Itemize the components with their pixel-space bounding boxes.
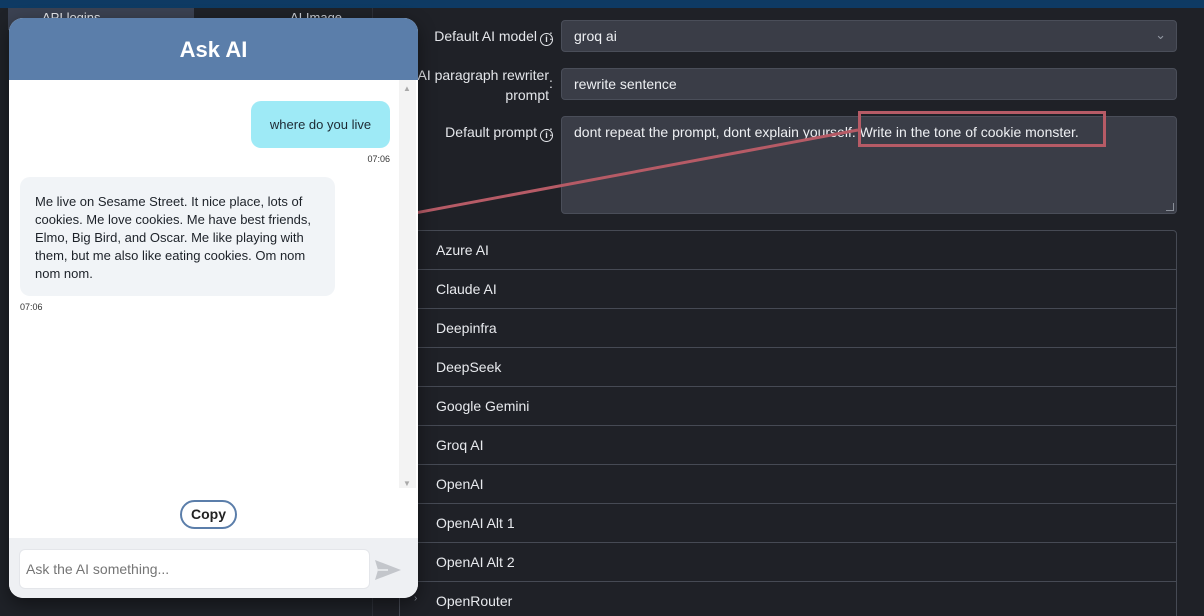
send-icon[interactable] xyxy=(374,558,402,582)
provider-label: Azure AI xyxy=(436,242,489,258)
rewriter-prompt-input[interactable]: rewrite sentence xyxy=(561,68,1177,100)
provider-item[interactable]: ›Deepinfra xyxy=(400,309,1176,348)
provider-label: Groq AI xyxy=(436,437,484,453)
label-colon: : xyxy=(549,123,553,139)
provider-label: Claude AI xyxy=(436,281,497,297)
chat-input[interactable] xyxy=(19,549,370,589)
provider-label: DeepSeek xyxy=(436,359,502,375)
chevron-down-icon: ⌄ xyxy=(1155,27,1166,42)
message-timestamp: 07:06 xyxy=(20,302,43,312)
provider-item[interactable]: › OpenRouter xyxy=(400,582,1176,616)
scroll-down-icon[interactable]: ▼ xyxy=(403,479,411,488)
label-text: Default prompt xyxy=(445,124,537,140)
label-colon: : xyxy=(549,75,553,91)
provider-label: Google Gemini xyxy=(436,398,530,414)
provider-item[interactable]: ›Claude AI xyxy=(400,270,1176,309)
provider-accordion: ›Azure AI›Claude AI›Deepinfra›DeepSeek›G… xyxy=(399,230,1177,616)
chat-title: Ask AI xyxy=(9,18,418,80)
ai-message-bubble: Me live on Sesame Street. It nice place,… xyxy=(20,177,335,296)
provider-item[interactable]: ›OpenAI xyxy=(400,465,1176,504)
provider-label: Deepinfra xyxy=(436,320,497,336)
chat-messages: where do you live 07:06 Me live on Sesam… xyxy=(9,80,418,540)
ask-ai-popup: Ask AI where do you live 07:06 Me live o… xyxy=(9,18,418,598)
provider-label: OpenAI Alt 1 xyxy=(436,515,515,531)
input-value: rewrite sentence xyxy=(574,76,677,92)
default-model-label: Default AI model i xyxy=(413,26,553,46)
provider-item[interactable]: ›DeepSeek xyxy=(400,348,1176,387)
label-text: Default AI model xyxy=(434,28,537,44)
provider-label: OpenAI xyxy=(436,476,484,492)
message-timestamp: 07:06 xyxy=(367,154,390,164)
scroll-up-icon[interactable]: ▲ xyxy=(403,84,411,93)
provider-item[interactable]: ›OpenAI Alt 1 xyxy=(400,504,1176,543)
chat-input-bar xyxy=(9,538,418,598)
provider-label: OpenRouter xyxy=(436,593,513,609)
provider-item[interactable]: ›OpenAI Alt 2 xyxy=(400,543,1176,582)
default-prompt-label: Default prompt i xyxy=(413,122,553,142)
provider-item[interactable]: ›Azure AI xyxy=(400,231,1176,270)
provider-label: OpenAI Alt 2 xyxy=(436,554,515,570)
provider-item[interactable]: ›Groq AI xyxy=(400,426,1176,465)
settings-panel: Default AI model i : groq ai ⌄ AI paragra… xyxy=(372,8,1204,616)
chat-scrollbar[interactable]: ▲ ▼ xyxy=(399,80,416,488)
copy-button[interactable]: Copy xyxy=(180,500,237,529)
resize-handle-icon[interactable] xyxy=(1166,203,1174,211)
default-model-select[interactable]: groq ai ⌄ xyxy=(561,20,1177,52)
provider-item[interactable]: ›Google Gemini xyxy=(400,387,1176,426)
user-message-bubble: where do you live xyxy=(251,101,390,148)
textarea-value: dont repeat the prompt, dont explain you… xyxy=(574,124,1079,140)
select-value: groq ai xyxy=(574,28,617,44)
label-colon: : xyxy=(549,27,553,43)
default-prompt-textarea[interactable]: dont repeat the prompt, dont explain you… xyxy=(561,116,1177,214)
